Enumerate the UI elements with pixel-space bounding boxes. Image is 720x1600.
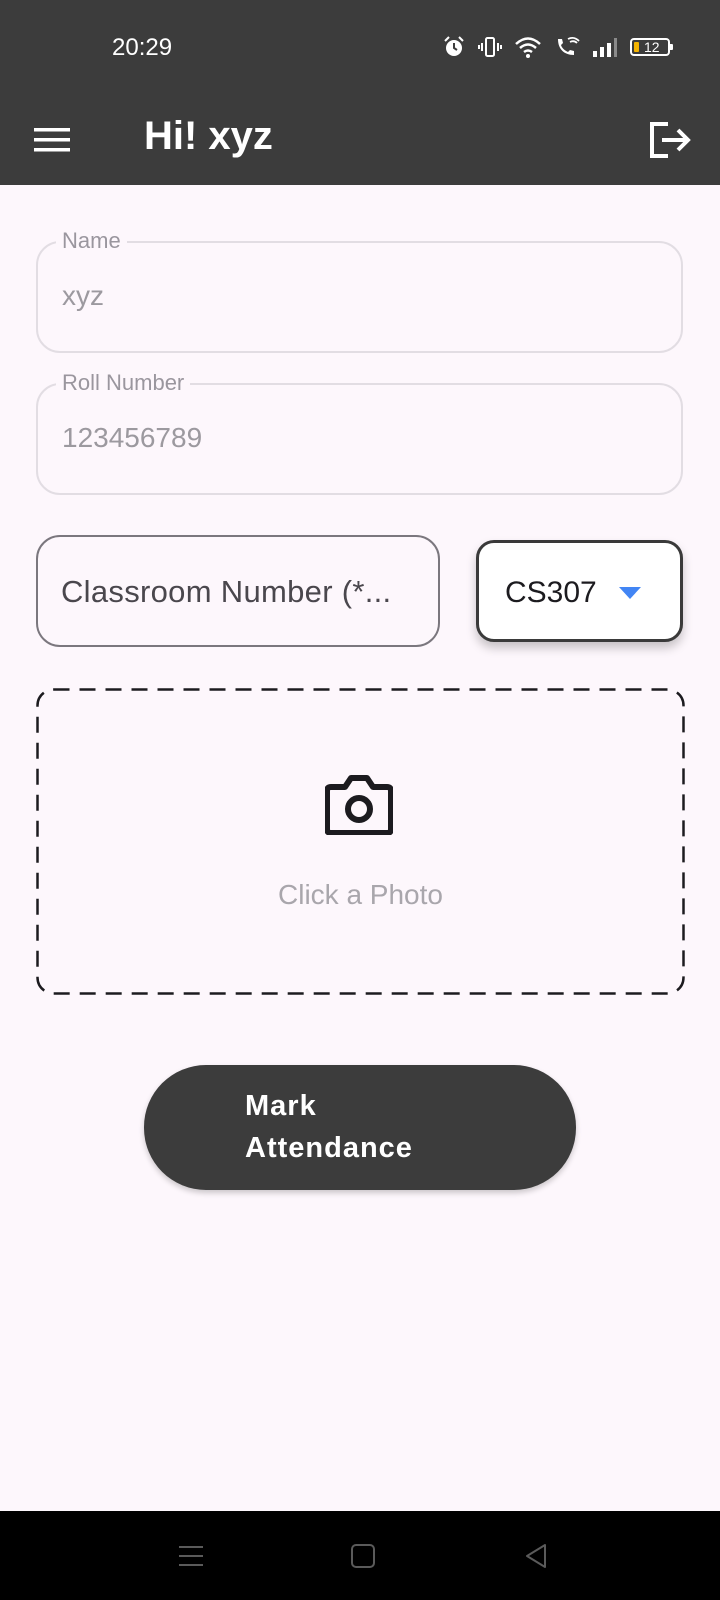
photo-label: Click a Photo [278,879,443,910]
back-icon [526,1544,546,1568]
classroom-number-placeholder: Classroom Number (*... [61,574,392,609]
dropdown-arrow-icon [619,587,641,599]
vibrate-icon [478,35,502,59]
logout-icon [650,122,691,158]
recents-icon [179,1546,203,1566]
wifi-calling-icon [554,35,580,59]
hamburger-menu-icon [34,128,70,152]
home-icon [351,1544,375,1568]
battery-icon: 12 [630,38,673,56]
alarm-icon [442,35,466,59]
roll-number-value: 123456789 [62,422,203,453]
status-bar: 20:29 12 [0,0,720,94]
back-button[interactable] [516,1539,556,1573]
classroom-dropdown-value: CS307 [505,576,597,609]
battery-percent: 12 [644,39,660,55]
signal-icon [592,36,618,58]
system-nav-bar [0,1511,720,1600]
photo-capture-area[interactable]: Click a Photo [36,688,685,995]
mark-attendance-label: Mark Attendance [245,1090,413,1164]
menu-button[interactable] [30,118,74,162]
recents-button[interactable] [171,1539,211,1573]
page-title: Hi! xyz [144,114,273,158]
name-label: Name [56,227,127,255]
camera-icon [325,775,393,835]
dashed-border [36,688,685,995]
wifi-icon [514,35,542,59]
status-time: 20:29 [112,34,173,61]
logout-button[interactable] [644,114,696,166]
status-icons: 12 [442,34,673,60]
roll-number-label: Roll Number [56,369,191,397]
classroom-dropdown[interactable]: CS307 [476,540,683,642]
roll-number-field[interactable]: Roll Number 123456789 [36,369,683,495]
name-value: xyz [62,280,104,311]
app-bar: Hi! xyz [0,94,720,185]
name-field[interactable]: Name xyz [36,227,683,353]
mark-attendance-button[interactable]: Mark Attendance [144,1065,576,1190]
classroom-number-field[interactable]: Classroom Number (*... [36,535,440,647]
home-button[interactable] [343,1539,383,1573]
